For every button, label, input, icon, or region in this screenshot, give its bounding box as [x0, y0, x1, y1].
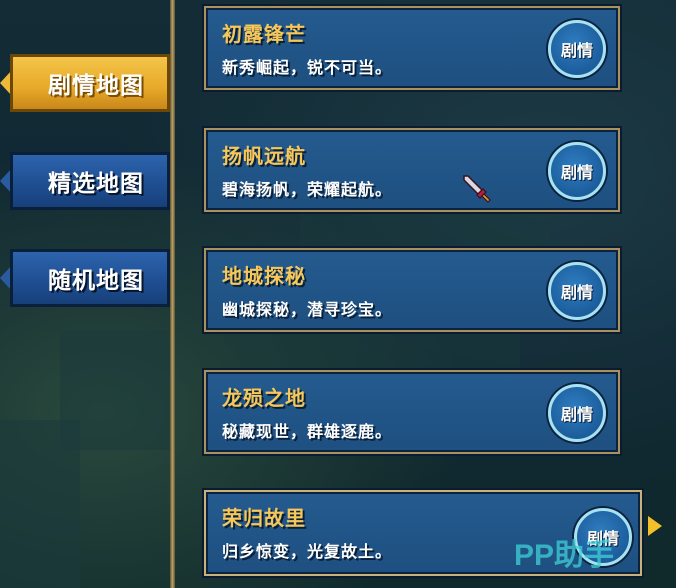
map-card[interactable]: 龙殒之地 秘藏现世，群雄逐鹿。 剧情: [204, 370, 620, 454]
map-card[interactable]: 扬帆远航 碧海扬帆，荣耀起航。 剧情: [204, 128, 620, 212]
map-title: 龙殒之地: [222, 386, 306, 410]
tab-random-map[interactable]: 随机地图: [0, 249, 170, 307]
map-card[interactable]: 初露锋芒 新秀崛起，锐不可当。 剧情: [204, 6, 620, 90]
map-description: 幽城探秘，潜寻珍宝。: [222, 300, 393, 319]
map-description: 秘藏现世，群雄逐鹿。: [222, 422, 393, 441]
sword-cursor-icon: [463, 175, 491, 203]
map-description: 新秀崛起，锐不可当。: [222, 58, 393, 77]
tab-story-map[interactable]: 剧情地图: [0, 54, 170, 112]
map-title: 扬帆远航: [222, 144, 306, 168]
story-badge-button[interactable]: 剧情: [548, 142, 606, 200]
map-description: 碧海扬帆，荣耀起航。: [222, 180, 393, 199]
map-title: 地城探秘: [222, 264, 306, 288]
tab-label: 精选地图: [48, 171, 144, 197]
map-card[interactable]: 地城探秘 幽城探秘，潜寻珍宝。 剧情: [204, 248, 620, 332]
arrow-right-icon[interactable]: [648, 516, 662, 536]
tab-label: 随机地图: [48, 268, 144, 294]
tab-featured-map[interactable]: 精选地图: [0, 152, 170, 210]
map-description: 归乡惊变，光复故土。: [222, 542, 393, 561]
story-badge-button[interactable]: 剧情: [548, 20, 606, 78]
map-title: 荣归故里: [222, 506, 306, 530]
watermark: PP助手: [514, 539, 615, 572]
sidebar-divider: [170, 0, 175, 588]
map-title: 初露锋芒: [222, 22, 306, 46]
tab-label: 剧情地图: [48, 73, 144, 99]
story-badge-button[interactable]: 剧情: [548, 384, 606, 442]
story-badge-button[interactable]: 剧情: [548, 262, 606, 320]
